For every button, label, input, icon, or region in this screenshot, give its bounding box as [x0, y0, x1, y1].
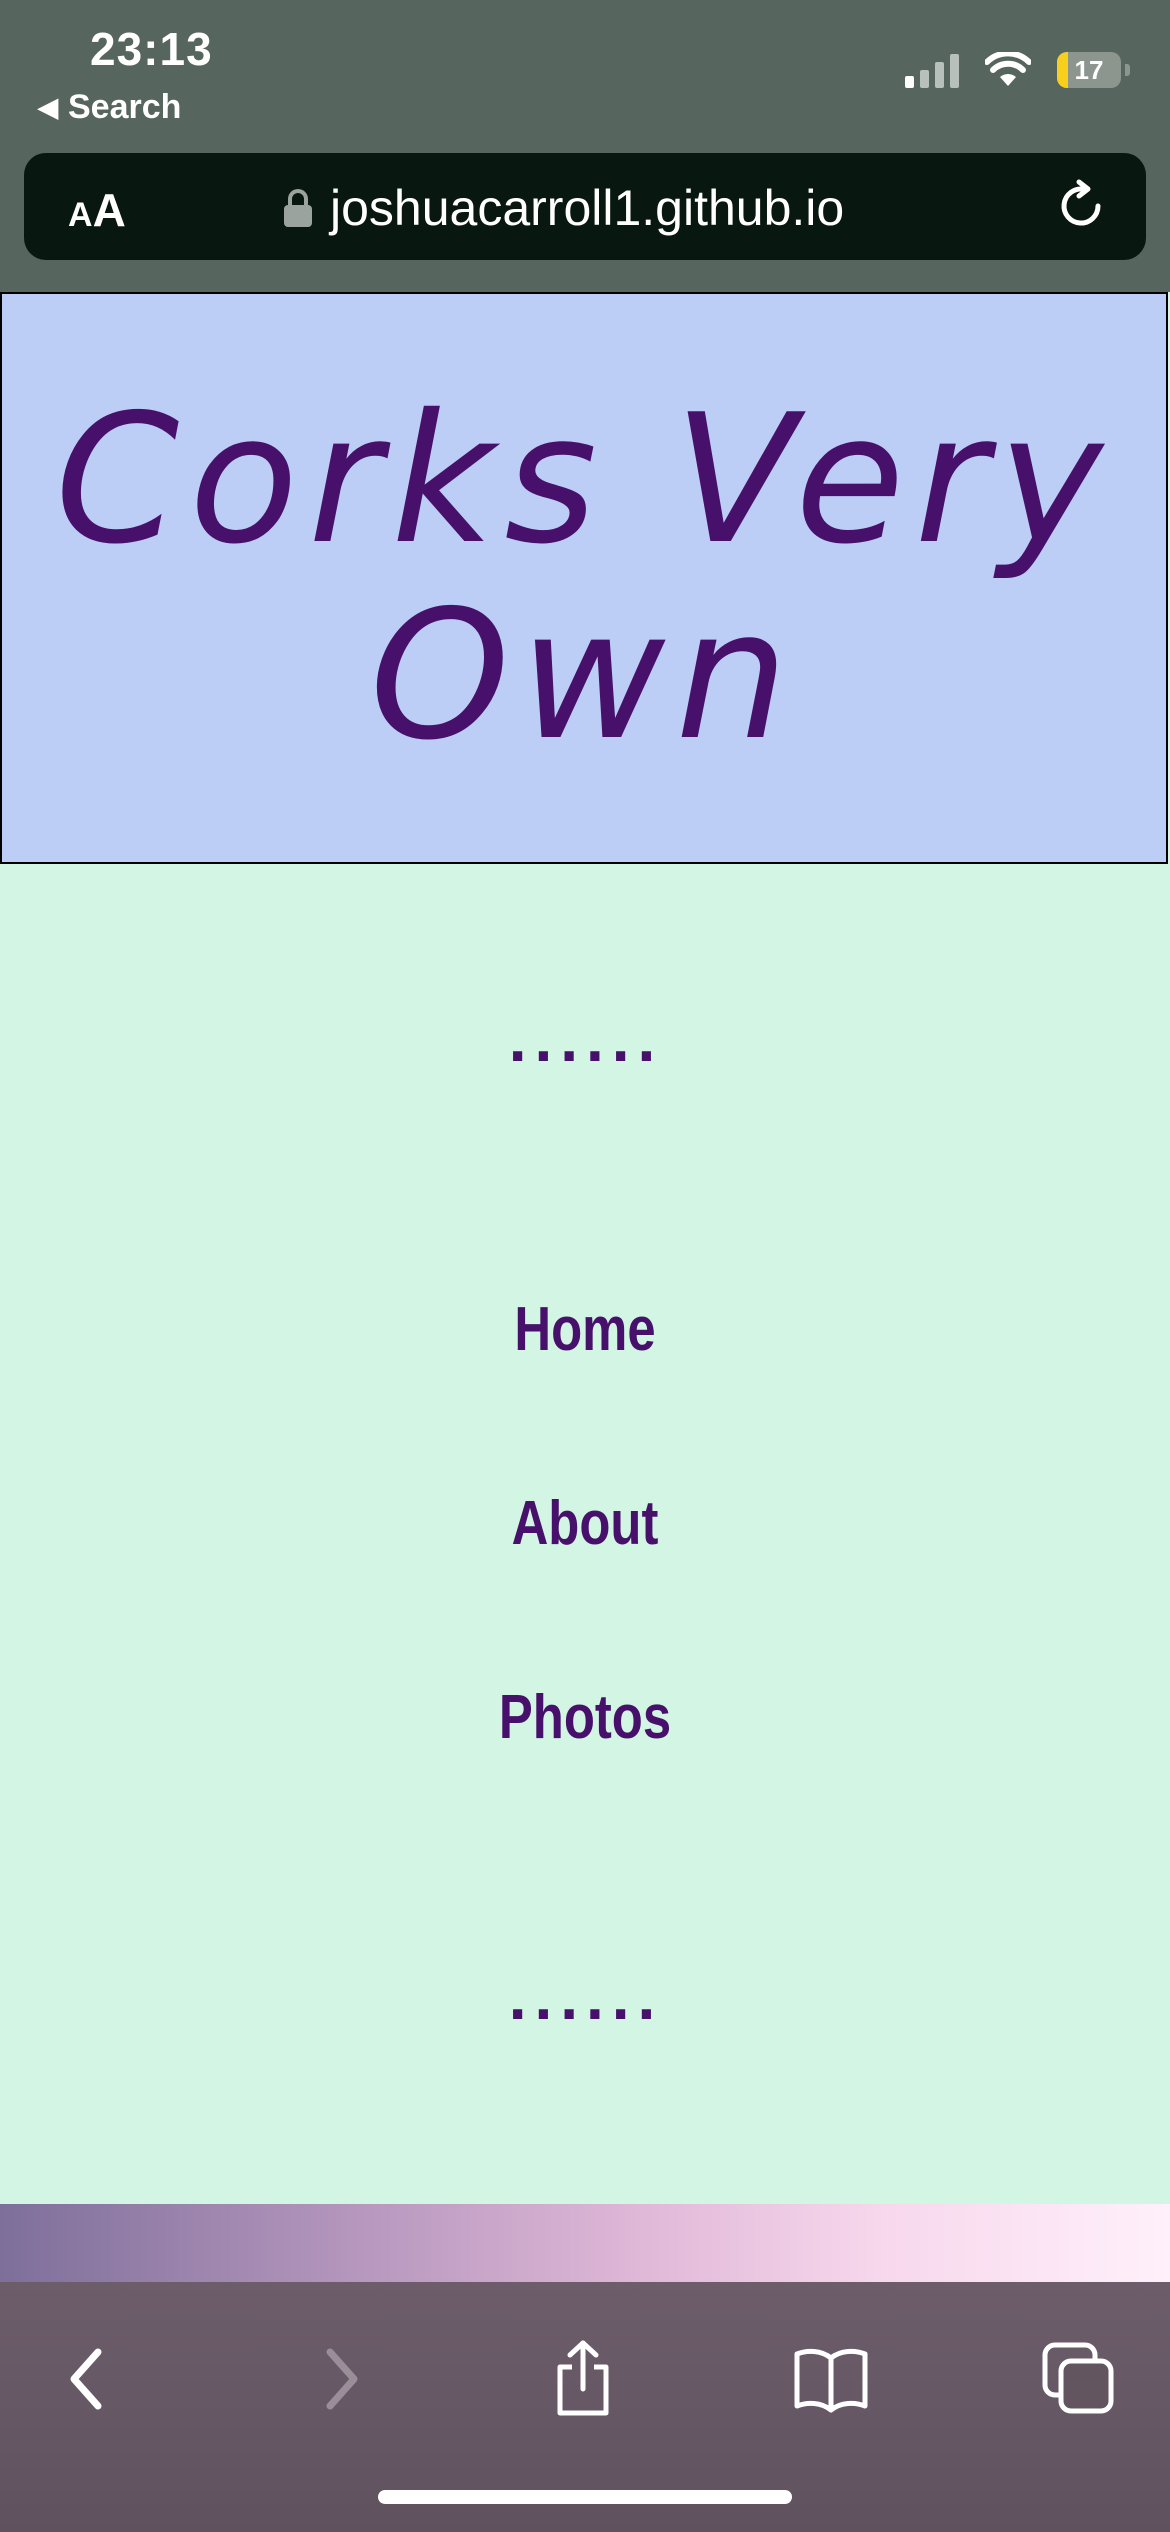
lock-icon [284, 189, 312, 227]
book-icon [794, 2348, 868, 2413]
chevron-left-icon [70, 2348, 102, 2410]
back-to-app-link[interactable]: ◀ Search [38, 88, 181, 127]
url-text: joshuacarroll1.github.io [330, 180, 845, 236]
back-button[interactable] [42, 2334, 132, 2424]
bookmarks-button[interactable] [786, 2334, 876, 2424]
home-indicator[interactable] [378, 2490, 792, 2504]
nav-link-photos[interactable]: Photos [105, 1682, 1064, 1753]
divider-bottom: ...... [507, 1972, 663, 2032]
share-icon [557, 2340, 609, 2416]
back-to-app-label: Search [68, 88, 182, 126]
sky-photo [0, 2204, 1170, 2284]
status-time: 23:13 [90, 23, 213, 75]
address-bar[interactable]: AA joshuacarroll1.github.io [24, 153, 1146, 260]
site-header-banner: Corks Very Own [0, 292, 1168, 864]
wifi-icon [985, 52, 1031, 86]
cellular-signal-icon [905, 52, 959, 88]
nav-link-home[interactable]: Home [105, 1294, 1064, 1365]
text-size-button[interactable]: AA [68, 183, 126, 237]
url-display[interactable]: joshuacarroll1.github.io [284, 179, 844, 237]
battery-tip [1125, 64, 1130, 76]
tabs-icon [1042, 2342, 1114, 2414]
chevron-right-icon [326, 2348, 358, 2410]
browser-top-chrome: 23:13 ◀ Search 17 AA joshuacarroll1.gith… [0, 0, 1170, 292]
divider-top: ...... [507, 1014, 663, 1074]
tabs-button[interactable] [1034, 2334, 1124, 2424]
site-navigation: ...... Home About Photos ...... [0, 864, 1170, 2204]
battery-percent: 17 [1074, 54, 1104, 85]
forward-button[interactable] [296, 2334, 386, 2424]
text-size-big-label: A [92, 184, 126, 236]
text-size-small-label: A [68, 196, 93, 234]
back-triangle-icon: ◀ [38, 92, 58, 122]
status-indicators: 17 [905, 52, 1130, 88]
battery-icon: 17 [1057, 52, 1121, 88]
reload-icon[interactable] [1054, 179, 1108, 233]
nav-link-about[interactable]: About [105, 1488, 1064, 1559]
share-button[interactable] [538, 2334, 628, 2424]
site-title: Corks Very Own [54, 376, 1114, 779]
